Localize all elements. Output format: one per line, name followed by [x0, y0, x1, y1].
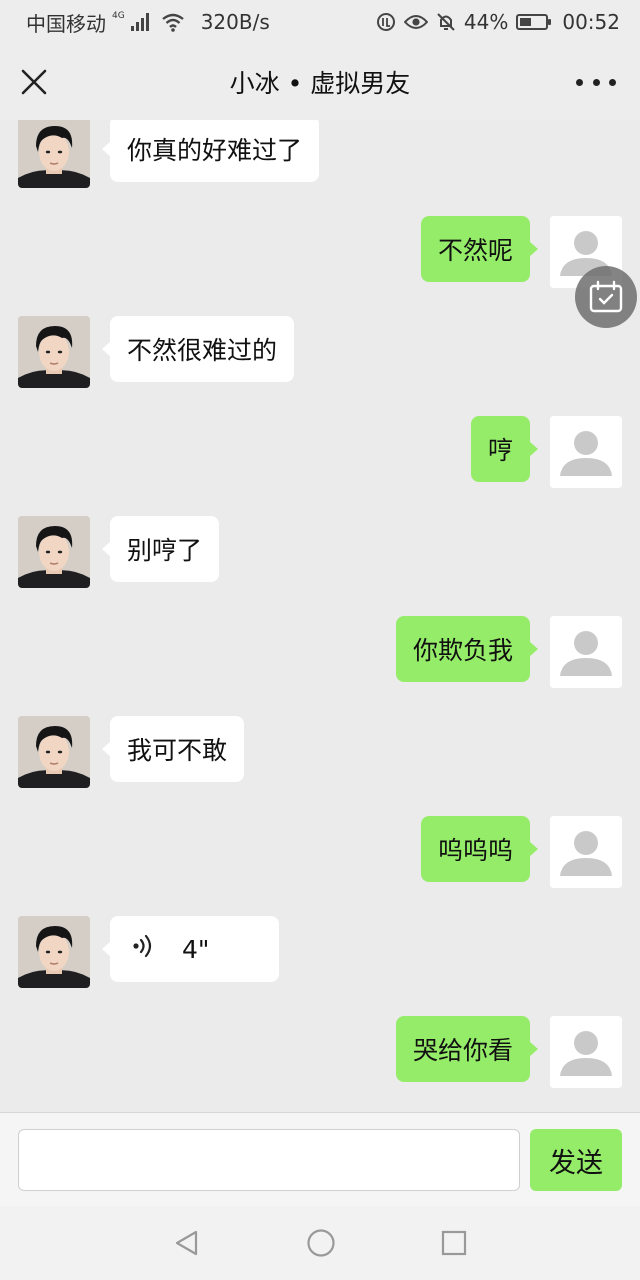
user-avatar[interactable]: [550, 816, 622, 888]
user-avatar[interactable]: [550, 416, 622, 488]
message-bubble[interactable]: 哼: [470, 416, 539, 482]
message-row: 别哼了: [0, 516, 640, 588]
eye-comfort-icon: [403, 15, 428, 29]
message-row: 4": [0, 916, 640, 988]
close-button[interactable]: [16, 64, 52, 100]
battery-percent: 44%: [463, 10, 509, 34]
user-avatar[interactable]: [550, 616, 622, 688]
message-bubble[interactable]: 哭给你看: [395, 1016, 539, 1082]
message-text: 不然呢: [437, 236, 513, 265]
network-type-label: 4G: [112, 11, 125, 21]
message-bubble[interactable]: 不然很难过的: [101, 316, 295, 382]
bot-avatar[interactable]: [18, 516, 90, 588]
bot-avatar[interactable]: [18, 120, 90, 188]
clock: 00:52: [562, 10, 620, 34]
bot-avatar[interactable]: [18, 916, 90, 988]
wifi-icon: [161, 13, 184, 32]
message-row: 不然呢: [0, 216, 640, 288]
bot-avatar[interactable]: [18, 716, 90, 788]
message-text: 我可不敢: [127, 736, 228, 765]
calendar-icon: [589, 280, 623, 313]
mute-icon: [437, 13, 455, 31]
page-title: 小冰 • 虚拟男友: [229, 69, 411, 98]
home-icon[interactable]: [306, 1228, 336, 1258]
message-text: 哭给你看: [412, 1036, 513, 1065]
data-saver-icon: [376, 13, 395, 31]
bot-avatar[interactable]: [18, 316, 90, 388]
voice-duration: 4": [182, 934, 210, 964]
more-button[interactable]: [576, 68, 616, 96]
message-row: 你真的好难过了: [0, 120, 640, 188]
carrier-label: 中国移动: [26, 11, 106, 36]
message-bubble[interactable]: 你欺负我: [395, 616, 539, 682]
message-row: 哼: [0, 416, 640, 488]
message-text: 哼: [487, 436, 513, 465]
signal-icon: [130, 13, 149, 31]
message-input[interactable]: [18, 1129, 520, 1191]
message-row: 不然很难过的: [0, 316, 640, 388]
message-row: 呜呜呜: [0, 816, 640, 888]
message-text: 不然很难过的: [127, 336, 278, 365]
calendar-button[interactable]: [575, 266, 637, 328]
battery-icon: [516, 14, 552, 30]
chat-area[interactable]: 你真的好难过了不然呢不然很难过的哼别哼了你欺负我我可不敢呜呜呜 4" 哭给你看: [0, 120, 640, 1112]
recents-icon[interactable]: [440, 1229, 468, 1257]
message-text: 呜呜呜: [437, 836, 513, 865]
voice-icon: [132, 933, 154, 965]
message-bubble[interactable]: 不然呢: [420, 216, 539, 282]
message-text: 你真的好难过了: [127, 136, 303, 165]
send-button[interactable]: 发送: [530, 1129, 622, 1191]
message-bubble[interactable]: 你真的好难过了: [101, 120, 320, 182]
composer: 发送: [0, 1112, 640, 1206]
message-row: 我可不敢: [0, 716, 640, 788]
title-bar: 小冰 • 虚拟男友: [0, 44, 640, 120]
voice-message-bubble[interactable]: 4": [101, 916, 280, 982]
status-bar: 中国移动 4G 320B/s 44% 00:52: [0, 0, 640, 44]
system-nav-bar: [0, 1206, 640, 1280]
message-text: 你欺负我: [412, 636, 513, 665]
user-avatar[interactable]: [550, 1016, 622, 1088]
message-row: 哭给你看: [0, 1016, 640, 1088]
message-row: 你欺负我: [0, 616, 640, 688]
message-bubble[interactable]: 别哼了: [101, 516, 220, 582]
message-bubble[interactable]: 我可不敢: [101, 716, 245, 782]
close-icon: [21, 69, 47, 95]
message-bubble[interactable]: 呜呜呜: [420, 816, 539, 882]
message-text: 别哼了: [127, 536, 203, 565]
back-icon[interactable]: [172, 1228, 202, 1258]
more-icon: [576, 78, 616, 86]
speed-label: 320B/s: [200, 10, 270, 34]
